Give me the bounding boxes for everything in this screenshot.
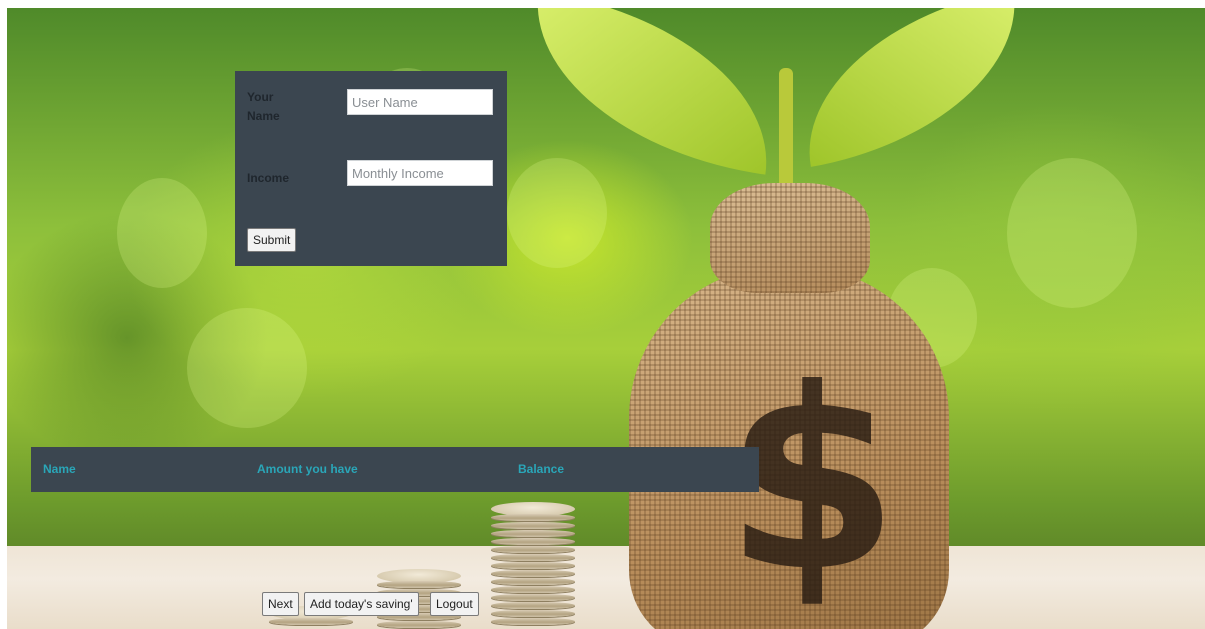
income-label: Income [247, 171, 290, 185]
background-photo: $ [7, 8, 1205, 629]
money-bag-neck [710, 183, 870, 293]
monthly-income-input[interactable] [347, 160, 493, 186]
column-header-amount: Amount you have [257, 462, 358, 476]
logout-button[interactable]: Logout [430, 592, 479, 616]
wooden-table [7, 546, 1205, 629]
submit-button[interactable]: Submit [247, 228, 297, 252]
user-form-panel: Your Name Income Submit [235, 71, 507, 266]
name-label: Your Name [247, 90, 280, 123]
next-button[interactable]: Next [262, 592, 299, 616]
savings-table-header: Name Amount you have Balance [31, 447, 759, 492]
user-name-input[interactable] [347, 89, 493, 115]
leaf-left [517, 8, 787, 175]
coin-stack-tall [491, 502, 575, 629]
leaf-right [786, 8, 1038, 167]
column-header-name: Name [43, 462, 76, 476]
add-saving-button[interactable]: Add today's saving' [304, 592, 419, 616]
column-header-balance: Balance [518, 462, 565, 476]
